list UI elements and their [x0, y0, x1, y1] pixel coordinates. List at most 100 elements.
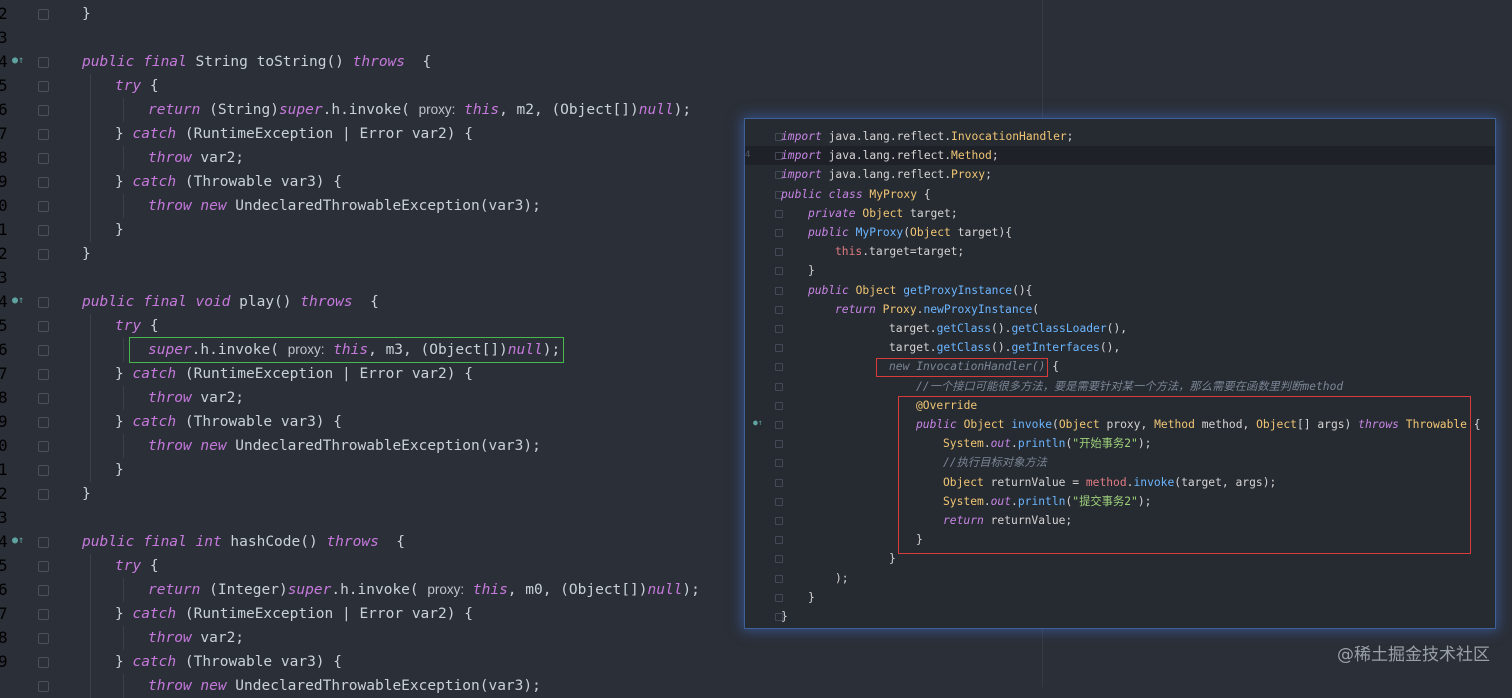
fold-marker-icon[interactable]	[38, 321, 49, 332]
code-line: }	[115, 458, 124, 482]
line-number: 0	[0, 436, 8, 455]
fold-marker-icon[interactable]	[775, 305, 783, 314]
override-marker-icon[interactable]: ●↑	[12, 55, 24, 66]
code-token: Object	[862, 206, 904, 220]
code-line: }	[115, 218, 124, 242]
fold-marker-icon[interactable]	[775, 325, 783, 333]
fold-marker-icon[interactable]	[38, 441, 49, 452]
fold-marker-icon[interactable]	[38, 105, 49, 116]
indent-guide	[123, 338, 124, 362]
fold-marker-icon[interactable]	[38, 369, 49, 380]
code-token: import	[781, 130, 822, 143]
code-token: }	[115, 606, 133, 622]
fold-marker-icon[interactable]	[775, 497, 783, 506]
fold-marker-icon[interactable]	[38, 153, 49, 164]
fold-marker-icon[interactable]	[38, 57, 49, 68]
overlay-code-line: }	[808, 588, 815, 607]
code-token: (RuntimeException | Error var2) {	[176, 606, 473, 622]
fold-marker-icon[interactable]	[38, 465, 49, 476]
fold-marker-icon[interactable]	[775, 229, 783, 237]
indent-guide	[90, 554, 91, 578]
code-token: ;	[991, 149, 999, 163]
fold-marker-icon[interactable]	[38, 297, 49, 308]
fold-marker-icon[interactable]	[38, 201, 49, 212]
overlay-code-line: import java.lang.reflect.Proxy;	[781, 165, 992, 184]
fold-marker-icon[interactable]	[775, 267, 783, 276]
fold-marker-icon[interactable]	[38, 609, 49, 620]
fold-marker-icon[interactable]	[38, 561, 49, 572]
code-token: Object	[910, 226, 951, 239]
fold-marker-icon[interactable]	[38, 9, 49, 20]
code-token: proxy:	[427, 582, 465, 597]
fold-marker-icon[interactable]	[38, 417, 49, 428]
fold-marker-icon[interactable]	[775, 574, 783, 583]
fold-marker-icon[interactable]	[38, 633, 49, 644]
fold-marker-icon[interactable]	[38, 177, 49, 188]
line-number: 7	[0, 604, 8, 623]
fold-marker-icon[interactable]	[38, 129, 49, 140]
fold-marker-icon[interactable]	[775, 440, 783, 449]
override-marker-icon[interactable]: ●↑	[12, 295, 24, 306]
fold-marker-icon[interactable]	[38, 81, 49, 92]
overlay-line-number: 4	[745, 150, 751, 161]
code-line: } catch (RuntimeException | Error var2) …	[115, 362, 473, 386]
code-token: UndeclaredThrowableException(var3);	[226, 438, 541, 454]
line-number: 4	[0, 532, 8, 551]
fold-marker-icon[interactable]	[775, 421, 783, 429]
code-token: public final void	[82, 294, 240, 310]
override-marker-icon[interactable]: ●↑	[12, 535, 24, 546]
fold-marker-icon[interactable]	[775, 593, 783, 602]
code-line: public final int hashCode() throws {	[82, 530, 405, 554]
code-token: public	[808, 283, 856, 297]
code-token: try	[115, 78, 142, 94]
fold-marker-icon[interactable]	[38, 585, 49, 596]
fold-marker-icon[interactable]	[38, 537, 49, 548]
code-token: this	[464, 102, 500, 118]
fold-marker-icon[interactable]	[775, 286, 783, 295]
code-line: try {	[115, 554, 159, 578]
code-token: }	[808, 590, 815, 604]
code-token: java.lang.reflect.	[821, 149, 952, 163]
highlight-invocation-handler	[876, 358, 1048, 377]
fold-marker-icon[interactable]	[38, 657, 49, 668]
fold-marker-icon[interactable]	[775, 209, 783, 218]
fold-marker-icon[interactable]	[775, 536, 783, 545]
code-token: throw	[148, 390, 192, 406]
code-token: proxy:	[418, 102, 456, 117]
fold-marker-icon[interactable]	[775, 459, 783, 468]
fold-marker-icon[interactable]	[775, 248, 783, 257]
indent-guide	[90, 170, 91, 194]
code-token: (	[1032, 302, 1040, 316]
fold-marker-icon[interactable]	[38, 489, 49, 500]
myproxy-code-panel[interactable]: import java.lang.reflect.InvocationHandl…	[744, 118, 1496, 629]
code-token: play()	[239, 294, 301, 310]
code-token: UndeclaredThrowableException(var3);	[226, 678, 541, 694]
fold-marker-icon[interactable]	[775, 363, 783, 372]
code-token: }	[115, 222, 124, 238]
code-token: Object	[855, 283, 897, 297]
code-line: try {	[115, 74, 159, 98]
overlay-code-line: import java.lang.reflect.Method;	[781, 146, 999, 165]
code-line: }	[82, 242, 91, 266]
fold-marker-icon[interactable]	[775, 401, 783, 410]
fold-marker-icon[interactable]	[775, 478, 783, 487]
indent-guide	[90, 362, 91, 386]
fold-marker-icon[interactable]	[775, 344, 783, 353]
fold-marker-icon[interactable]	[775, 382, 783, 391]
line-number: 1	[0, 460, 8, 479]
overlay-code-line: }	[808, 261, 815, 280]
fold-marker-icon[interactable]	[38, 393, 49, 404]
code-token: throw	[148, 150, 192, 166]
overlay-code-line: this.target=target;	[835, 242, 964, 261]
code-token: (RuntimeException | Error var2) {	[176, 126, 473, 142]
fold-marker-icon[interactable]	[38, 249, 49, 260]
fold-marker-icon[interactable]	[38, 225, 49, 236]
fold-marker-icon[interactable]	[775, 555, 783, 564]
override-marker-icon[interactable]: ●↑	[753, 418, 763, 427]
code-line: }	[82, 482, 91, 506]
fold-marker-icon[interactable]	[38, 345, 49, 356]
code-token: catch	[132, 606, 177, 622]
code-token: catch	[132, 366, 177, 382]
fold-marker-icon[interactable]	[775, 517, 783, 525]
code-token: MyProxy	[869, 187, 918, 201]
